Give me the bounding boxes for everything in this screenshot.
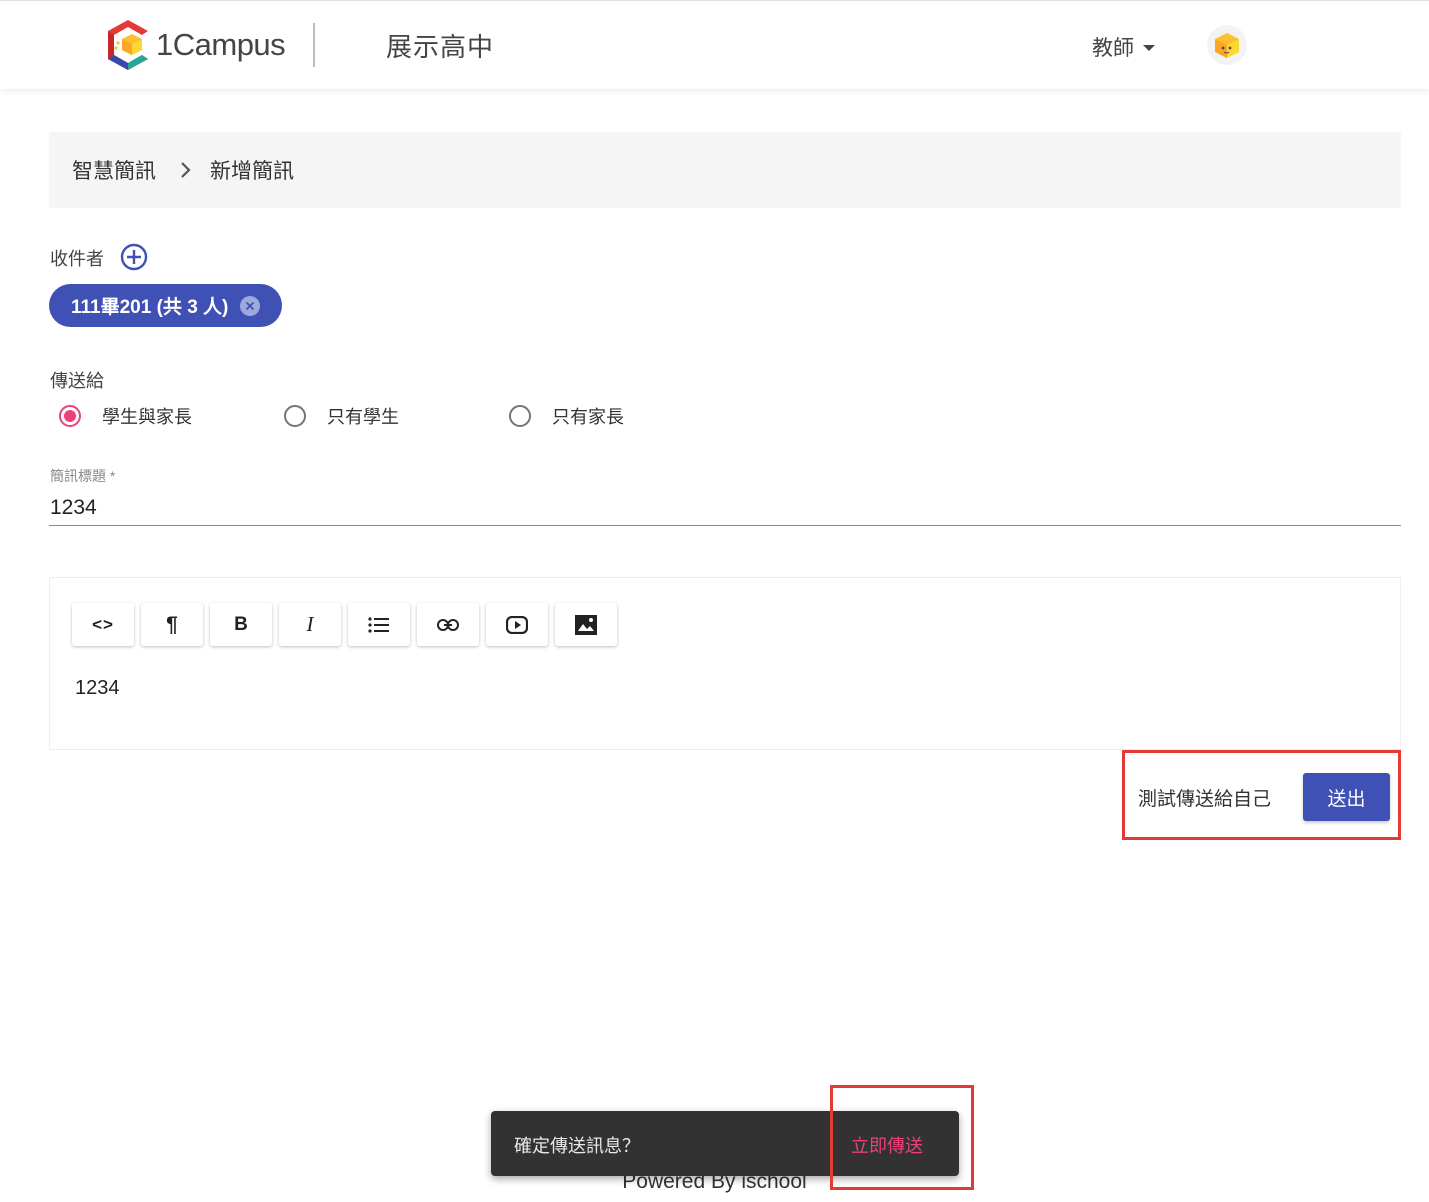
breadcrumb-item-smart-sms[interactable]: 智慧簡訊 <box>72 155 156 185</box>
school-name: 展示高中 <box>386 32 495 62</box>
avatar[interactable] <box>1207 25 1247 65</box>
logo-divider <box>313 23 315 67</box>
top-app-bar: 1Campus 展示高中 教師 <box>0 0 1429 89</box>
paragraph-icon[interactable]: ¶ <box>141 603 203 646</box>
editor-content[interactable]: 1234 <box>75 677 120 700</box>
sms-title-input[interactable] <box>49 490 1401 526</box>
radio-students-and-parents[interactable]: 學生與家長 <box>59 403 192 429</box>
code-icon[interactable]: <> <box>72 603 134 646</box>
chevron-right-icon <box>180 161 192 179</box>
editor-toolbar: <> ¶ B I <box>72 603 624 646</box>
highlight-box-send-now <box>830 1085 974 1190</box>
1campus-logo-icon <box>108 20 148 70</box>
link-icon[interactable] <box>417 603 479 646</box>
radio-label: 只有家長 <box>552 407 624 427</box>
radio-parents-only[interactable]: 只有家長 <box>509 403 624 429</box>
send-to-label: 傳送給 <box>50 371 104 391</box>
list-icon[interactable] <box>348 603 410 646</box>
breadcrumb-item-new-sms: 新增簡訊 <box>210 160 294 183</box>
cancel-icon[interactable] <box>240 295 261 316</box>
bold-icon[interactable]: B <box>210 603 272 646</box>
cube-avatar-icon <box>1215 33 1239 58</box>
submit-button[interactable]: 送出 <box>1303 773 1390 821</box>
radio-checked-icon <box>59 405 81 427</box>
video-icon[interactable] <box>486 603 548 646</box>
logo-text: 1Campus <box>156 27 286 62</box>
recipient-chip-label: 111畢201 (共 3 人) <box>71 297 229 318</box>
radio-label: 學生與家長 <box>102 407 192 427</box>
caret-down-icon <box>1143 45 1155 51</box>
radio-unchecked-icon <box>284 405 306 427</box>
snackbar-message: 確定傳送訊息？ <box>514 1136 640 1156</box>
add-circle-icon[interactable] <box>120 243 148 271</box>
rich-text-editor: <> ¶ B I 1234 <box>49 577 1401 750</box>
role-menu-button[interactable]: 教師 <box>1092 32 1155 62</box>
radio-students-only[interactable]: 只有學生 <box>284 403 399 429</box>
breadcrumb: 智慧簡訊 新增簡訊 <box>49 132 1401 208</box>
radio-unchecked-icon <box>509 405 531 427</box>
app-logo[interactable]: 1Campus <box>104 17 286 73</box>
radio-label: 只有學生 <box>327 407 399 427</box>
recipient-chip: 111畢201 (共 3 人) <box>49 284 283 327</box>
recipients-label: 收件者 <box>50 249 104 269</box>
sms-title-label: 簡訊標題 * <box>50 468 116 484</box>
italic-icon[interactable]: I <box>279 603 341 646</box>
role-label: 教師 <box>1092 37 1134 60</box>
test-send-to-self-button[interactable]: 測試傳送給自己 <box>1138 784 1271 811</box>
image-icon[interactable] <box>555 603 617 646</box>
